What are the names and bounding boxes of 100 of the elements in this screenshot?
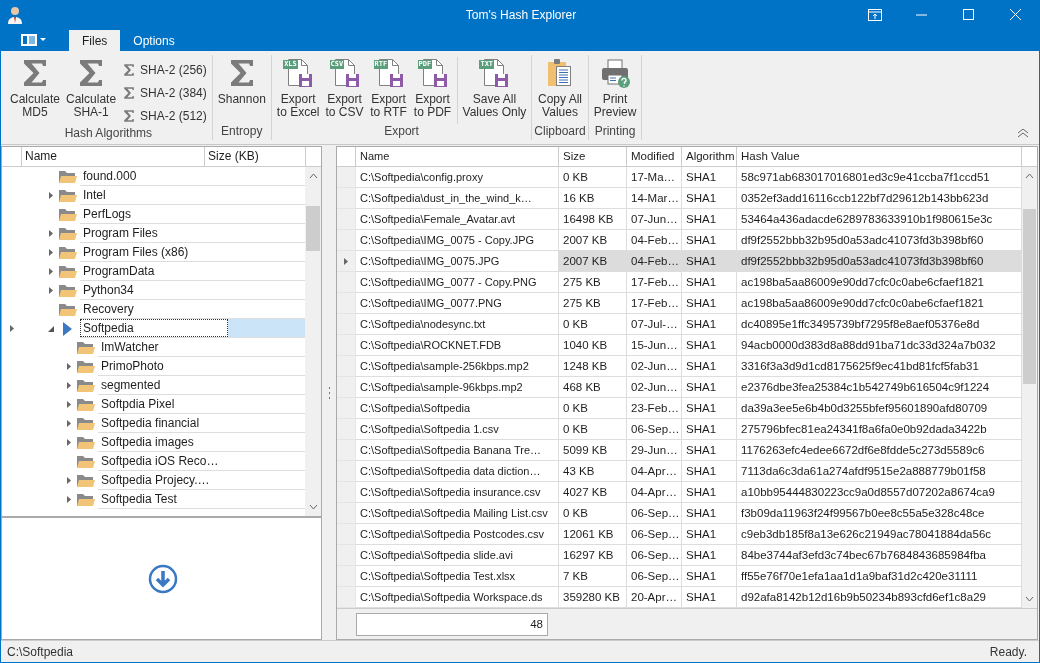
column-header[interactable]: Algorithm <box>682 147 737 166</box>
table-cell: C:\Softpedia\dust_in_the_wind_k… <box>356 188 559 209</box>
table-cell: SHA1 <box>682 356 737 377</box>
table-cell: 7 KB <box>559 566 627 587</box>
table-cell: SHA1 <box>682 293 737 314</box>
tree-item[interactable]: PerfLogs <box>80 205 305 224</box>
column-header[interactable]: Name <box>22 147 205 166</box>
table-cell: C:\Softpedia\Softpedia Postcodes.csv <box>356 524 559 545</box>
scrollbar-thumb[interactable] <box>1023 209 1036 384</box>
table-cell: C:\Softpedia\Softpedia data diction… <box>356 461 559 482</box>
expand-arrow-icon[interactable] <box>67 496 71 503</box>
status-path: C:\Softpedia <box>7 643 74 661</box>
table-cell: 06-Sep… <box>627 503 682 524</box>
tree-item[interactable]: Softpedia Test <box>98 490 305 509</box>
tree-item[interactable]: Softpedia iOS Reco… <box>98 452 305 471</box>
expand-arrow-icon[interactable] <box>49 268 53 275</box>
ribbon-button[interactable]: Shannon <box>214 57 269 106</box>
folder-icon <box>76 341 95 354</box>
collapse-arrow-icon[interactable] <box>48 325 54 332</box>
expand-arrow-icon[interactable] <box>49 230 53 237</box>
tree-item[interactable]: Softpedia images <box>98 433 305 452</box>
column-header[interactable]: Size (KB) <box>205 147 306 166</box>
scroll-down-icon[interactable] <box>1025 596 1034 602</box>
table-cell: df9f2552bbb32b95d0a53adc41073fd3b398bf60 <box>737 251 1022 272</box>
group-label: Export <box>384 124 419 138</box>
window-up-arrow-icon <box>867 8 882 21</box>
table-cell: 02-Jun… <box>627 377 682 398</box>
collapse-ribbon-icon[interactable] <box>1017 129 1029 138</box>
column-header[interactable]: Hash Value <box>737 147 1022 166</box>
table-cell: 0 KB <box>559 167 627 188</box>
table-cell: 17-Feb… <box>627 272 682 293</box>
table-cell: 16297 KB <box>559 545 627 566</box>
ribbon-button[interactable]: Calculate SHA-1 <box>63 57 120 119</box>
table-cell: ac198ba5aa86009e90dd7cfc0c0abe6cfaef1821 <box>737 293 1022 314</box>
hash-button[interactable]: SHA-2 (384) <box>119 82 210 103</box>
column-header[interactable]: Modified <box>627 147 682 166</box>
tree-item[interactable]: found.000 <box>80 167 305 186</box>
hash-button[interactable]: SHA-2 (512) <box>119 105 210 126</box>
table-cell: 1040 KB <box>559 335 627 356</box>
tree-item[interactable]: Softpdia Pixel <box>98 395 305 414</box>
tree-item[interactable]: Python34 <box>80 281 305 300</box>
expand-arrow-icon[interactable] <box>67 477 71 484</box>
table-cell: C:\Softpedia\Softpedia Test.xlsx <box>356 566 559 587</box>
tree-item[interactable]: Intel <box>80 186 305 205</box>
table-cell: SHA1 <box>682 314 737 335</box>
table-cell: 06-Sep… <box>627 419 682 440</box>
table-cell: C:\Softpedia\sample-256kbps.mp2 <box>356 356 559 377</box>
expand-arrow-icon[interactable] <box>67 382 71 389</box>
table-cell: 06-Sep… <box>627 524 682 545</box>
table-cell: 275796bfec81ea24341f8a6fa0e0b92dada3422b <box>737 419 1022 440</box>
table-cell: 16498 KB <box>559 209 627 230</box>
tree-item[interactable]: Program Files (x86) <box>80 243 305 262</box>
ribbon-button[interactable]: Print Preview <box>590 57 640 119</box>
table-cell: C:\Softpedia\Softpedia insurance.csv <box>356 482 559 503</box>
tree-item[interactable]: segmented <box>98 376 305 395</box>
ribbon-tab[interactable]: Files <box>69 30 121 51</box>
ribbon-tab[interactable]: Options <box>120 30 188 51</box>
table-cell: 20-Apr… <box>627 587 682 608</box>
scroll-up-icon[interactable] <box>1025 173 1034 179</box>
ribbon-button[interactable]: Copy All Values <box>535 57 586 119</box>
focus-arrow-icon <box>63 321 72 336</box>
tree-item[interactable]: Softpedia financial <box>98 414 305 433</box>
table-cell: SHA1 <box>682 167 737 188</box>
table-cell: C:\Softpedia\IMG_0077 - Copy.PNG <box>356 272 559 293</box>
ribbon-button[interactable]: Calculate MD5 <box>7 57 64 119</box>
expand-arrow-icon[interactable] <box>67 401 71 408</box>
expand-arrow-icon[interactable] <box>49 192 53 199</box>
splitter-grip-icon[interactable] <box>327 386 331 400</box>
table-cell: SHA1 <box>682 461 737 482</box>
expand-arrow-icon[interactable] <box>49 287 53 294</box>
expand-arrow-icon[interactable] <box>67 420 71 427</box>
table-cell: SHA1 <box>682 440 737 461</box>
scroll-up-icon[interactable] <box>308 173 318 179</box>
tree-item[interactable]: Softpedia Projecy.… <box>98 471 305 490</box>
scrollbar[interactable] <box>1022 167 1037 608</box>
folder-icon <box>58 227 77 240</box>
column-header[interactable]: Size <box>559 147 627 166</box>
expand-arrow-icon[interactable] <box>67 439 71 446</box>
tree-item[interactable]: Program Files <box>80 224 305 243</box>
hash-button[interactable]: SHA-2 (256) <box>119 59 210 80</box>
table-cell: 29-Jun… <box>627 440 682 461</box>
table-cell: SHA1 <box>682 272 737 293</box>
table-cell: C:\Softpedia\IMG_0075.JPG <box>356 251 559 272</box>
table-cell: 14-Mar… <box>627 188 682 209</box>
table-cell: 7113da6c3da61a274afdf9515e2a888779b01f58 <box>737 461 1022 482</box>
panel-menu-icon <box>21 33 47 46</box>
tree-item[interactable]: ImWatcher <box>98 338 305 357</box>
scroll-down-icon[interactable] <box>308 504 318 510</box>
scrollbar-thumb[interactable] <box>306 206 320 251</box>
table-cell: SHA1 <box>682 251 737 272</box>
expand-arrow-icon[interactable] <box>49 249 53 256</box>
tree-item[interactable]: ProgramData <box>80 262 305 281</box>
folder-icon <box>76 379 95 392</box>
row-header[interactable] <box>337 251 356 272</box>
table-cell: e2376dbe3fea25384c1b542749b616504c9f1224 <box>737 377 1022 398</box>
column-header[interactable]: Name <box>356 147 559 166</box>
scrollbar[interactable] <box>305 167 321 516</box>
tree-item[interactable]: PrimoPhoto <box>98 357 305 376</box>
expand-arrow-icon[interactable] <box>67 363 71 370</box>
sigma-icon <box>122 62 137 77</box>
